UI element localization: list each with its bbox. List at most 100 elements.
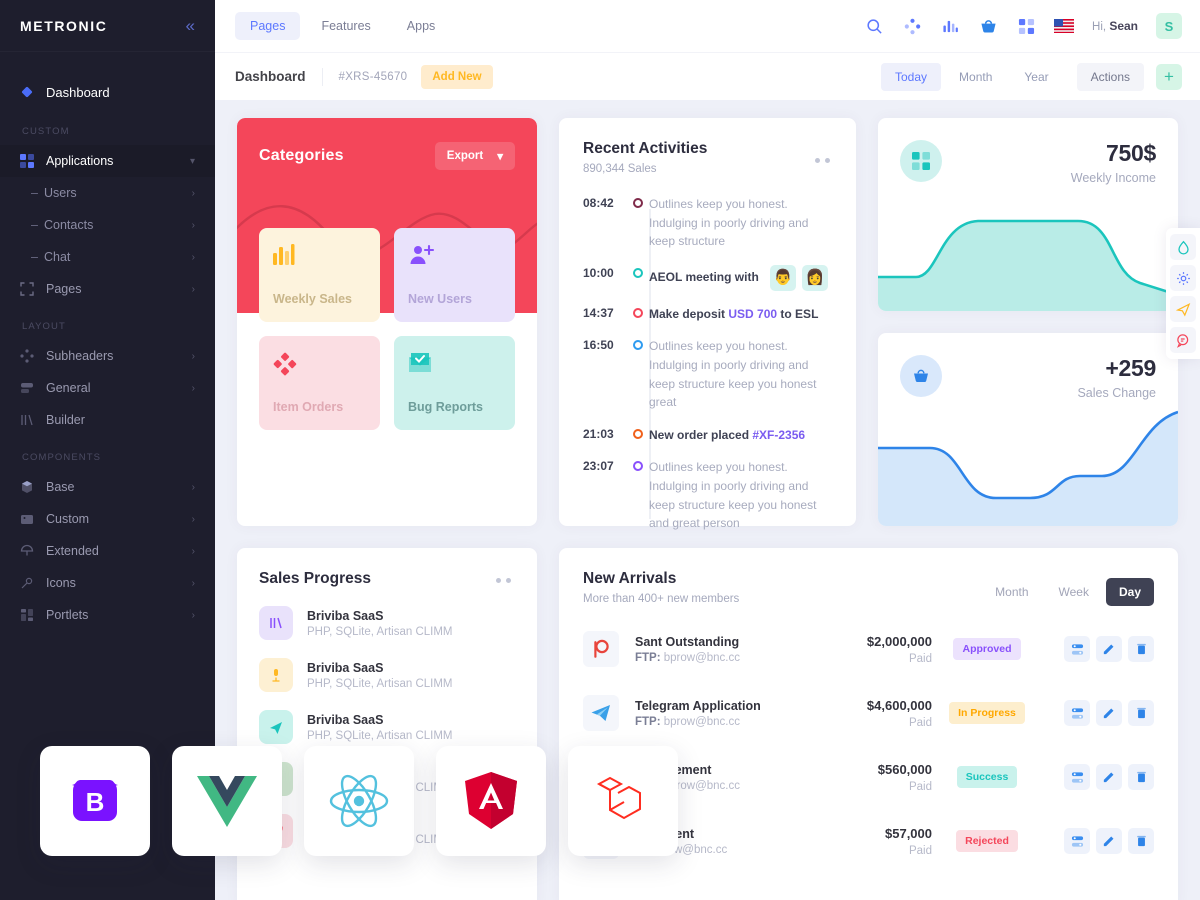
switch-icon[interactable] xyxy=(1064,636,1090,662)
dots-icon[interactable] xyxy=(496,578,511,583)
avatar[interactable]: S xyxy=(1156,13,1182,39)
send-icon[interactable] xyxy=(1170,296,1196,322)
divider xyxy=(321,67,323,86)
laravel-logo[interactable] xyxy=(568,746,678,856)
frame-icon xyxy=(20,282,46,296)
tab-features[interactable]: Features xyxy=(306,12,385,40)
search-icon[interactable] xyxy=(864,16,884,36)
activity-text: Outlines keep you honest. Indulging in p… xyxy=(649,197,809,249)
framework-logos: B xyxy=(40,746,678,856)
dash-icon: – xyxy=(31,250,38,264)
dots-icon[interactable] xyxy=(815,158,830,163)
react-logo[interactable] xyxy=(304,746,414,856)
grid-squares-icon[interactable] xyxy=(1016,16,1036,36)
sidebar-item-subheaders[interactable]: Subheaders › xyxy=(0,340,215,372)
chevron-double-left-icon[interactable]: « xyxy=(186,17,195,34)
delete-icon[interactable] xyxy=(1128,764,1154,790)
bar-chart-icon[interactable] xyxy=(940,16,960,36)
vue-logo[interactable] xyxy=(172,746,282,856)
tile-label: Bug Reports xyxy=(408,400,483,414)
edit-icon[interactable] xyxy=(1096,636,1122,662)
sidebar-item-icons[interactable]: Icons › xyxy=(0,567,215,599)
edit-icon[interactable] xyxy=(1096,764,1122,790)
sidebar-item-custom[interactable]: Custom › xyxy=(0,503,215,535)
activity-time: 14:37 xyxy=(583,305,614,320)
delete-icon[interactable] xyxy=(1128,700,1154,726)
activity-time: 10:00 xyxy=(583,265,614,280)
stat-value: +259 xyxy=(1105,355,1156,381)
sidebar-item-contacts[interactable]: – Contacts › xyxy=(0,209,215,241)
tile-weekly-sales[interactable]: Weekly Sales xyxy=(259,228,380,322)
categories-header: Categories Export ▾ xyxy=(237,118,537,170)
range-year[interactable]: Year xyxy=(1010,63,1062,91)
switch-icon[interactable] xyxy=(1064,828,1090,854)
row-email: FTP: bprow@bnc.cc xyxy=(635,652,822,664)
row-name: Sant Outstanding xyxy=(635,634,740,649)
sidebar-item-chat[interactable]: – Chat › xyxy=(0,241,215,273)
export-button[interactable]: Export ▾ xyxy=(434,142,515,170)
plus-icon[interactable]: + xyxy=(1156,63,1182,90)
squares-icon xyxy=(900,140,942,182)
sidebar-item-label: Base xyxy=(46,480,75,494)
sidebar-item-extended[interactable]: Extended › xyxy=(0,535,215,567)
tile-new-users[interactable]: New Users xyxy=(394,228,515,322)
add-new-button[interactable]: Add New xyxy=(421,64,493,89)
sales-change-chart xyxy=(878,410,1178,526)
recent-activities-title: Recent Activities xyxy=(583,140,708,157)
sidebar-brand: METRONIC « xyxy=(0,0,215,52)
share-nodes-icon[interactable] xyxy=(902,16,922,36)
switch-icon[interactable] xyxy=(1064,700,1090,726)
range-today[interactable]: Today xyxy=(881,62,942,91)
status-badge: Rejected xyxy=(956,830,1018,852)
chat-icon[interactable] xyxy=(1170,327,1196,353)
sidebar-section-components: COMPONENTS xyxy=(22,452,102,463)
gear-icon[interactable] xyxy=(1170,265,1196,291)
tile-item-orders[interactable]: Item Orders xyxy=(259,336,380,430)
activity-item: 10:00 AEOL meeting with 👨 👩 xyxy=(583,264,832,291)
tile-bug-reports[interactable]: Bug Reports xyxy=(394,336,515,430)
flag-us-icon[interactable] xyxy=(1054,16,1075,36)
angular-logo[interactable] xyxy=(436,746,546,856)
amount-label: Paid xyxy=(908,716,932,729)
sidebar-item-users[interactable]: – Users › xyxy=(0,177,215,209)
sales-change-card: +259 Sales Change xyxy=(878,333,1178,526)
mic-icon xyxy=(259,658,293,692)
tab-apps[interactable]: Apps xyxy=(392,12,451,40)
row-amount: $4,600,000 Paid xyxy=(822,698,932,729)
page-title: Dashboard xyxy=(235,69,306,84)
sidebar-item-pages[interactable]: Pages › xyxy=(0,273,215,305)
edit-icon[interactable] xyxy=(1096,828,1122,854)
sidebar-item-builder[interactable]: Builder xyxy=(0,404,215,436)
range-month[interactable]: Month xyxy=(945,63,1006,91)
tab-month[interactable]: Month xyxy=(982,578,1041,606)
basket-icon[interactable] xyxy=(978,16,998,36)
list-item[interactable]: Briviba SaaS PHP, SQLite, Artisan CLIMM xyxy=(259,606,515,640)
mail-prefix: FTP: xyxy=(635,715,661,728)
row-actions xyxy=(1042,700,1154,726)
stat-label: Sales Change xyxy=(1077,386,1156,400)
activity-item: 23:07 Outlines keep you honest. Indulgin… xyxy=(583,458,832,532)
edit-icon[interactable] xyxy=(1096,700,1122,726)
sidebar-item-general[interactable]: General › xyxy=(0,372,215,404)
list-item-text: Briviba SaaS PHP, SQLite, Artisan CLIMM xyxy=(307,661,453,690)
actions-button[interactable]: Actions xyxy=(1076,62,1144,91)
sidebar-item-dashboard[interactable]: Dashboard xyxy=(0,74,215,110)
delete-icon[interactable] xyxy=(1128,636,1154,662)
stat-values: 750$ Weekly Income xyxy=(1071,140,1157,185)
list-item[interactable]: Briviba SaaS PHP, SQLite, Artisan CLIMM xyxy=(259,658,515,692)
list-item[interactable]: Briviba SaaS PHP, SQLite, Artisan CLIMM xyxy=(259,710,515,744)
sidebar-item-base[interactable]: Base › xyxy=(0,471,215,503)
delete-icon[interactable] xyxy=(1128,828,1154,854)
tab-pages[interactable]: Pages xyxy=(235,12,301,40)
sidebar-item-portlets[interactable]: Portlets › xyxy=(0,599,215,631)
tab-week[interactable]: Week xyxy=(1046,578,1102,606)
tab-day[interactable]: Day xyxy=(1105,578,1154,606)
switch-icon[interactable] xyxy=(1064,764,1090,790)
bootstrap-logo[interactable]: B xyxy=(40,746,150,856)
activity-label: AEOL meeting with xyxy=(649,269,759,284)
sidebar-item-applications[interactable]: Applications ▾ xyxy=(0,145,215,177)
box-icon xyxy=(20,480,46,494)
list-item-text: Briviba SaaS PHP, SQLite, Artisan CLIMM xyxy=(307,609,453,638)
activity-text: New order placed #XF-2356 xyxy=(649,426,832,445)
drop-icon[interactable] xyxy=(1170,234,1196,260)
